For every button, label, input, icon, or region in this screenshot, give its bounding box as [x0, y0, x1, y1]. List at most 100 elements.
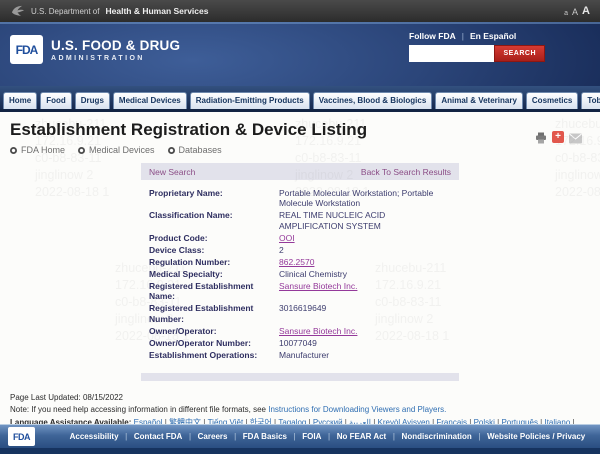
back-to-search-results-link[interactable]: Back To Search Results — [361, 167, 451, 177]
language-link-lang-3[interactable]: 한국어 — [250, 418, 272, 425]
row-label: Owner/Operator: — [149, 326, 279, 337]
row-value: 3016619649 — [279, 303, 451, 324]
breadcrumb-label: FDA Home — [21, 145, 65, 155]
fda-logo[interactable]: FDA — [10, 35, 43, 64]
row-value-link[interactable]: OOI — [279, 233, 451, 244]
search-button[interactable]: SEARCH — [494, 45, 545, 62]
row-value: REAL TIME NUCLEIC ACID AMPLIFICATION SYS… — [279, 210, 451, 231]
language-link-lang-1[interactable]: 繁體中文 — [169, 418, 201, 425]
hhs-eagle-icon — [10, 4, 25, 19]
language-assistance: Language Assistance Available: Español |… — [10, 417, 590, 425]
row-value-link[interactable]: Sansure Biotech Inc. — [279, 281, 451, 302]
breadcrumb-bullet-icon — [168, 147, 175, 154]
follow-fda-link[interactable]: Follow FDA — [409, 31, 456, 41]
result-row-proprietary-name: Proprietary Name:Portable Molecular Work… — [149, 188, 451, 209]
nav-tab-medical-devices[interactable]: Medical Devices — [113, 92, 187, 109]
language-link-fran-ais[interactable]: Français — [436, 418, 467, 425]
breadcrumb-label: Databases — [179, 145, 222, 155]
footer-link-contact-fda[interactable]: Contact FDA — [134, 432, 182, 441]
language-link-ti-ng-vi-t[interactable]: Tiếng Việt — [208, 418, 244, 425]
breadcrumb-item-medical-devices[interactable]: Medical Devices — [78, 145, 155, 155]
font-size-medium-button[interactable]: A — [572, 7, 578, 17]
breadcrumb-item-databases[interactable]: Databases — [168, 145, 222, 155]
language-link-italiano[interactable]: Italiano — [544, 418, 570, 425]
row-value: Portable Molecular Workstation; Portable… — [279, 188, 451, 209]
hhs-dept-prefix: U.S. Department of — [31, 7, 99, 16]
breadcrumb-bullet-icon — [78, 147, 85, 154]
footer-link-nondiscrimination[interactable]: Nondiscrimination — [402, 432, 472, 441]
nav-tab-radiation-emitting-products[interactable]: Radiation-Emitting Products — [190, 92, 310, 109]
row-value: Clinical Chemistry — [279, 269, 451, 280]
row-label: Establishment Operations: — [149, 350, 279, 361]
footer-separator: | — [328, 432, 330, 441]
share-icon[interactable]: + — [552, 131, 564, 143]
footer-bottom-strip — [0, 448, 600, 454]
font-size-controls: a A A — [564, 5, 590, 17]
print-icon[interactable] — [535, 131, 547, 149]
row-label: Classification Name: — [149, 210, 279, 231]
result-card: New Search Back To Search Results Propri… — [141, 163, 459, 381]
result-row-registered-establishment-name: Registered Establishment Name:Sansure Bi… — [149, 281, 451, 302]
hhs-dept-name: Health & Human Services — [105, 6, 208, 16]
hhs-department-link[interactable]: U.S. Department of Health & Human Servic… — [10, 4, 208, 19]
footer-link-foia[interactable]: FOIA — [302, 432, 321, 441]
footer-links: Accessibility | Contact FDA | Careers | FDA Ba… — [63, 432, 592, 441]
language-link-lang-5[interactable]: Русский — [313, 418, 343, 425]
language-link-tagalog[interactable]: Tagalog — [278, 418, 306, 425]
row-label: Regulation Number: — [149, 257, 279, 268]
nav-tab-animal-veterinary[interactable]: Animal & Veterinary — [435, 92, 523, 109]
row-value-link[interactable]: Sansure Biotech Inc. — [279, 326, 451, 337]
en-espanol-link[interactable]: En Español — [470, 31, 516, 41]
footer-separator: | — [393, 432, 395, 441]
format-note-text: Note: If you need help accessing informa… — [10, 405, 268, 414]
footer-separator: | — [234, 432, 236, 441]
page-title: Establishment Registration & Device List… — [10, 120, 367, 140]
footer-link-fda-basics[interactable]: FDA Basics — [243, 432, 287, 441]
main-content: zhucebu-211172.16.9.21c0-b8-83-11jinglin… — [0, 112, 600, 424]
footer-link-website-policies-privacy[interactable]: Website Policies / Privacy — [487, 432, 585, 441]
breadcrumb-label: Medical Devices — [89, 145, 155, 155]
language-link-portugu-s[interactable]: Português — [501, 418, 537, 425]
fda-brand-line1: U.S. FOOD & DRUG — [51, 38, 180, 53]
row-label: Product Code: — [149, 233, 279, 244]
breadcrumb-item-fda-home[interactable]: FDA Home — [10, 145, 65, 155]
language-link-lang-6[interactable]: العربية — [349, 418, 371, 425]
row-value: 10077049 — [279, 338, 451, 349]
result-row-regulation-number: Regulation Number:862.2570 — [149, 257, 451, 268]
breadcrumb-bullet-icon — [10, 147, 17, 154]
row-label: Proprietary Name: — [149, 188, 279, 209]
nav-tab-tobacco-products[interactable]: Tobacco Products — [581, 92, 600, 109]
search-input[interactable] — [409, 45, 494, 62]
viewers-players-link[interactable]: Instructions for Downloading Viewers and… — [268, 405, 446, 414]
font-size-large-button[interactable]: A — [582, 5, 590, 17]
result-row-owner-operator: Owner/Operator:Sansure Biotech Inc. — [149, 326, 451, 337]
breadcrumb: FDA Home Medical Devices Databases — [10, 145, 367, 155]
result-row-owner-operator-number: Owner/Operator Number:10077049 — [149, 338, 451, 349]
page-meta: Page Last Updated: 08/15/2022 Note: If y… — [10, 392, 590, 425]
footer-fda-logo[interactable]: FDA — [8, 427, 35, 446]
footer-link-no-fear-act[interactable]: No FEAR Act — [337, 432, 386, 441]
nav-tab-drugs[interactable]: Drugs — [75, 92, 110, 109]
nav-tab-home[interactable]: Home — [3, 92, 37, 109]
language-link-krey-l-ayisyen[interactable]: Kreyòl Ayisyen — [378, 418, 430, 425]
nav-tab-vaccines-blood-biologics[interactable]: Vaccines, Blood & Biologics — [313, 92, 433, 109]
row-value: Manufacturer — [279, 350, 451, 361]
language-link-polski[interactable]: Polski — [474, 418, 495, 425]
footer-separator: | — [478, 432, 480, 441]
footer-link-accessibility[interactable]: Accessibility — [70, 432, 119, 441]
row-value-link[interactable]: 862.2570 — [279, 257, 451, 268]
page-tools: + — [535, 131, 582, 149]
font-size-small-button[interactable]: a — [564, 10, 568, 17]
main-nav: HomeFoodDrugsMedical DevicesRadiation-Em… — [0, 86, 600, 112]
language-separator: | — [570, 418, 574, 425]
language-link-espa-ol[interactable]: Español — [134, 418, 163, 425]
new-search-link[interactable]: New Search — [149, 167, 195, 177]
row-label: Device Class: — [149, 245, 279, 256]
result-row-product-code: Product Code:OOI — [149, 233, 451, 244]
nav-tab-cosmetics[interactable]: Cosmetics — [526, 92, 578, 109]
result-row-classification-name: Classification Name:REAL TIME NUCLEIC AC… — [149, 210, 451, 231]
email-icon[interactable] — [569, 131, 582, 149]
fda-header: FDA U.S. FOOD & DRUG ADMINISTRATION Foll… — [0, 22, 600, 86]
nav-tab-food[interactable]: Food — [40, 92, 72, 109]
footer-link-careers[interactable]: Careers — [198, 432, 228, 441]
